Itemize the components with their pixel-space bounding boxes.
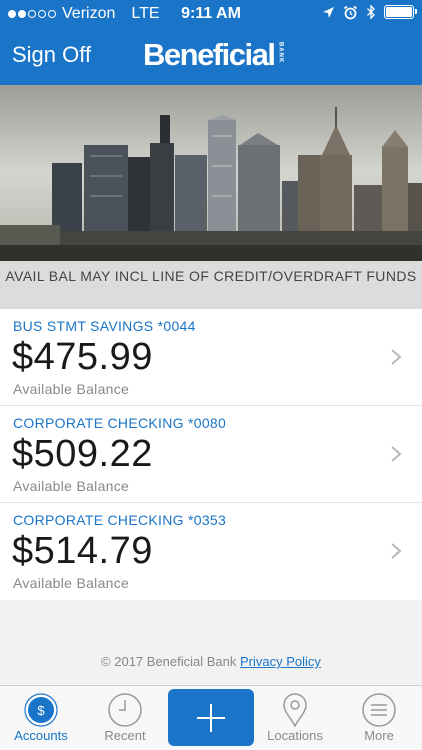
logo-wordmark: Beneficial [143, 37, 276, 72]
chevron-right-icon [391, 349, 402, 365]
account-row-checking-0080[interactable]: CORPORATE CHECKING *0080 $509.22 Availab… [0, 406, 422, 503]
tab-label: More [364, 728, 394, 743]
tab-recent[interactable]: Recent [84, 686, 166, 750]
chevron-right-icon [391, 446, 402, 462]
status-bar: Verizon LTE 9:11 AM [0, 0, 422, 28]
account-row-checking-0353[interactable]: CORPORATE CHECKING *0353 $514.79 Availab… [0, 503, 422, 600]
clock-icon [108, 693, 142, 727]
bluetooth-icon [367, 4, 375, 20]
skyline-banner-image [0, 85, 422, 261]
account-balance: $475.99 [12, 336, 153, 378]
tab-label: Recent [104, 728, 146, 743]
copyright-text: © 2017 Beneficial Bank [101, 654, 237, 669]
logo-subtext: BANK [277, 42, 284, 64]
alarm-icon [343, 5, 358, 19]
tab-label: Accounts [14, 728, 68, 743]
status-icons [322, 4, 417, 20]
plus-icon [197, 704, 225, 732]
tab-locations[interactable]: Locations [254, 686, 336, 750]
dollar-icon: $ [24, 693, 58, 727]
location-pin-icon [283, 693, 307, 728]
available-balance-label: Available Balance [13, 478, 130, 494]
add-action-button[interactable] [168, 689, 254, 746]
sign-off-button[interactable]: Sign Off [12, 42, 91, 68]
available-balance-label: Available Balance [13, 381, 130, 397]
account-balance: $509.22 [12, 433, 153, 475]
menu-icon [362, 693, 396, 727]
account-row-savings-0044[interactable]: BUS STMT SAVINGS *0044 $475.99 Available… [0, 309, 422, 406]
tab-more[interactable]: More [338, 686, 420, 750]
battery-icon [384, 5, 417, 19]
account-list: BUS STMT SAVINGS *0044 $475.99 Available… [0, 309, 422, 600]
privacy-policy-link[interactable]: Privacy Policy [240, 654, 321, 669]
location-arrow-icon [323, 6, 334, 18]
account-name: CORPORATE CHECKING *0353 [13, 512, 227, 528]
tab-accounts[interactable]: $ Accounts [0, 686, 82, 750]
balance-notice: AVAIL BAL MAY INCL LINE OF CREDIT/OVERDR… [0, 261, 422, 309]
account-name: BUS STMT SAVINGS *0044 [13, 318, 196, 334]
account-balance: $514.79 [12, 530, 153, 572]
app-header: Verizon LTE 9:11 AM Sign Off Beneficial … [0, 0, 422, 85]
beneficial-logo: Beneficial BANK [143, 38, 283, 74]
available-balance-label: Available Balance [13, 575, 130, 591]
svg-text:$: $ [37, 703, 45, 718]
chevron-right-icon [391, 543, 402, 559]
account-name: CORPORATE CHECKING *0080 [13, 415, 227, 431]
footer: © 2017 Beneficial Bank Privacy Policy [0, 654, 422, 669]
tab-label: Locations [267, 728, 323, 743]
